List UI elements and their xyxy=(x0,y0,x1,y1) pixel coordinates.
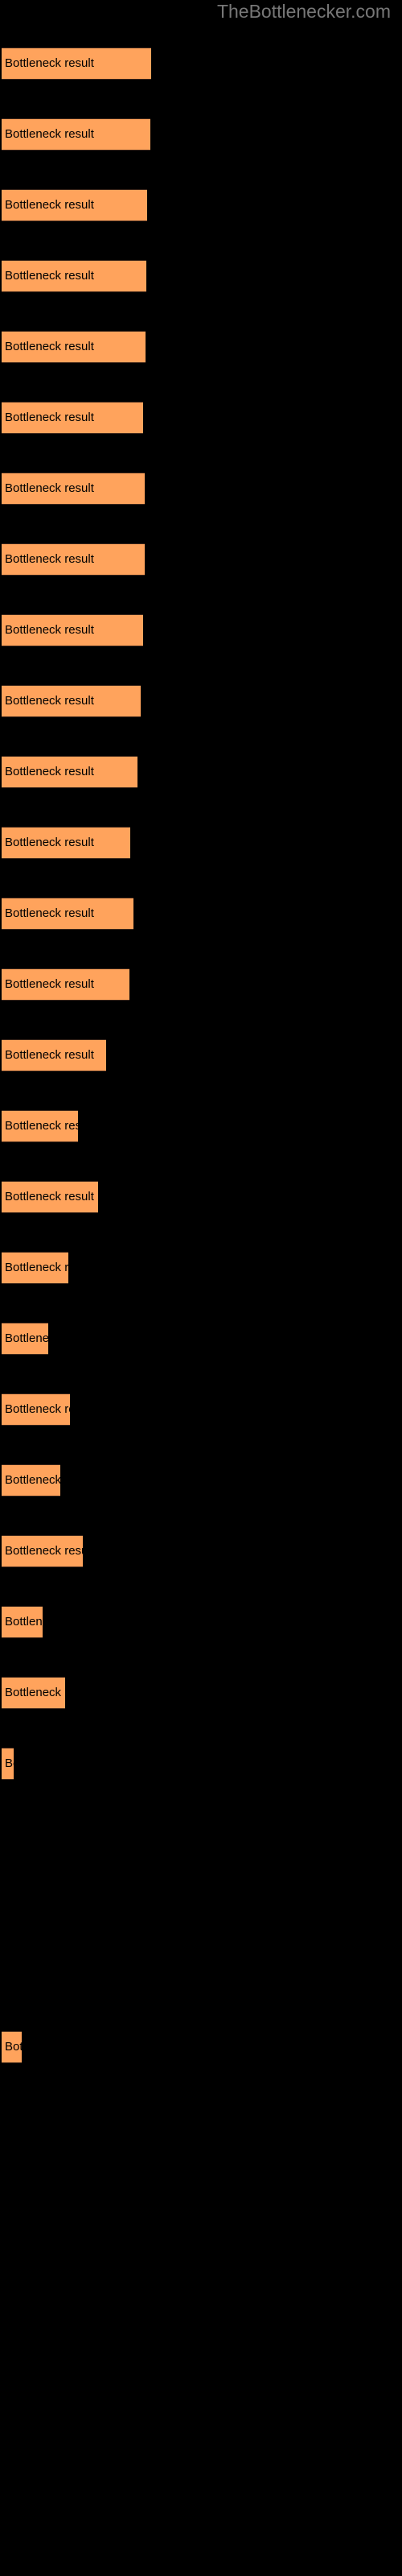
bars-layer: Bottleneck result Bottleneck result Bottle… xyxy=(0,0,402,2576)
bar-item: Bottleneck result xyxy=(2,2031,22,2063)
bar-item: Bottleneck result xyxy=(2,543,145,576)
bar-clip: Bottleneck result xyxy=(2,685,141,717)
bar-item: Bottleneck result xyxy=(2,685,141,717)
bar-clip: Bottleneck result xyxy=(2,1393,70,1426)
bar-clip: Bottleneck result xyxy=(2,756,137,788)
bar-item: Bottleneck result xyxy=(2,898,133,930)
bar-item: Bottleneck result xyxy=(2,189,147,221)
bar-rect xyxy=(2,1393,70,1426)
bar-item: Bottleneck result xyxy=(2,1110,78,1142)
bar-item: Bottleneck result xyxy=(2,331,146,363)
bar-rect xyxy=(2,1039,106,1071)
bar-rect xyxy=(2,756,137,788)
bar-clip: Bottleneck result xyxy=(2,260,146,292)
bar-item: Bottleneck result xyxy=(2,968,129,1001)
bar-clip: Bottleneck result xyxy=(2,827,130,859)
bar-rect xyxy=(2,968,129,1001)
bar-item: Bottleneck result xyxy=(2,614,143,646)
bar-item: Bottleneck result xyxy=(2,1748,14,1780)
bar-item: Bottleneck result xyxy=(2,1393,70,1426)
bar-clip: Bottleneck result xyxy=(2,473,145,505)
bar-rect xyxy=(2,1323,48,1355)
bar-clip: Bottleneck result xyxy=(2,1677,65,1709)
bar-item: Bottleneck result xyxy=(2,118,150,151)
bar-rect xyxy=(2,473,145,505)
bar-rect xyxy=(2,827,130,859)
bar-rect xyxy=(2,260,146,292)
bar-item: Bottleneck result xyxy=(2,1535,83,1567)
bar-item: Bottleneck result xyxy=(2,756,137,788)
bar-rect xyxy=(2,1181,98,1213)
bar-rect xyxy=(2,685,141,717)
bar-clip: Bottleneck result xyxy=(2,1748,14,1780)
bar-clip: Bottleneck result xyxy=(2,1323,48,1355)
bar-clip: Bottleneck result xyxy=(2,47,151,80)
bottleneck-bar-chart: TheBottlenecker.com Bottleneck result Bot… xyxy=(0,0,402,2576)
bar-rect xyxy=(2,1464,60,1496)
bar-item: Bottleneck result xyxy=(2,260,146,292)
bar-rect xyxy=(2,1748,14,1780)
bar-clip: Bottleneck result xyxy=(2,1252,68,1284)
bar-clip: Bottleneck result xyxy=(2,898,133,930)
bar-item: Bottleneck result xyxy=(2,1252,68,1284)
bar-item: Bottleneck result xyxy=(2,827,130,859)
bar-rect xyxy=(2,331,146,363)
bar-clip: Bottleneck result xyxy=(2,1181,98,1213)
bar-clip: Bottleneck result xyxy=(2,331,146,363)
bar-item: Bottleneck result xyxy=(2,473,145,505)
bar-rect xyxy=(2,614,143,646)
bar-rect xyxy=(2,1677,65,1709)
bar-clip: Bottleneck result xyxy=(2,968,129,1001)
bar-clip: Bottleneck result xyxy=(2,118,150,151)
bar-rect xyxy=(2,1606,43,1638)
bar-rect xyxy=(2,2031,22,2063)
bar-rect xyxy=(2,189,147,221)
bar-item: Bottleneck result xyxy=(2,1606,43,1638)
bar-rect xyxy=(2,118,150,151)
bar-item: Bottleneck result xyxy=(2,1677,65,1709)
bar-clip: Bottleneck result xyxy=(2,2031,22,2063)
bar-rect xyxy=(2,1252,68,1284)
bar-rect xyxy=(2,402,143,434)
bar-rect xyxy=(2,47,151,80)
bar-clip: Bottleneck result xyxy=(2,543,145,576)
bar-clip: Bottleneck result xyxy=(2,402,143,434)
bar-item: Bottleneck result xyxy=(2,402,143,434)
bar-clip: Bottleneck result xyxy=(2,1110,78,1142)
bar-item: Bottleneck result xyxy=(2,1181,98,1213)
bar-rect xyxy=(2,543,145,576)
bar-rect xyxy=(2,898,133,930)
bar-rect xyxy=(2,1110,78,1142)
bar-clip: Bottleneck result xyxy=(2,189,147,221)
bar-item: Bottleneck result xyxy=(2,1323,48,1355)
bar-item: Bottleneck result xyxy=(2,1039,106,1071)
bar-rect xyxy=(2,1535,83,1567)
bar-clip: Bottleneck result xyxy=(2,1039,106,1071)
bar-clip: Bottleneck result xyxy=(2,1606,43,1638)
bar-clip: Bottleneck result xyxy=(2,614,143,646)
bar-item: Bottleneck result xyxy=(2,47,151,80)
bar-clip: Bottleneck result xyxy=(2,1535,83,1567)
bar-clip: Bottleneck result xyxy=(2,1464,60,1496)
bar-item: Bottleneck result xyxy=(2,1464,60,1496)
